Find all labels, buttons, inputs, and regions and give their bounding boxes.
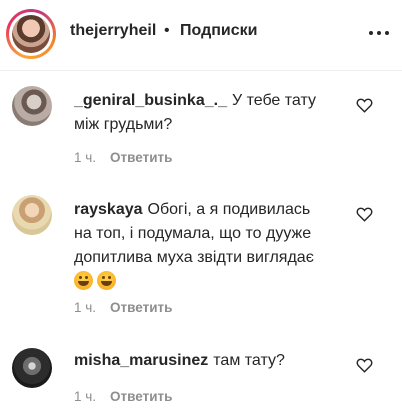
header-separator: • [164, 22, 170, 39]
like-heart-icon[interactable] [356, 357, 373, 373]
like-heart-icon[interactable] [356, 206, 373, 222]
comment-time: 1 ч. [74, 300, 97, 315]
comment-body: misha_marusinez там тату? [74, 349, 329, 373]
reply-button[interactable]: Ответить [110, 300, 172, 315]
header-divider [0, 70, 402, 71]
author-avatar[interactable] [6, 9, 56, 59]
comment-meta: 1 ч. Ответить [74, 300, 172, 315]
reply-button[interactable]: Ответить [110, 389, 172, 404]
comment-time: 1 ч. [74, 150, 97, 165]
commenter-avatar[interactable] [12, 86, 52, 126]
commenter-username[interactable]: rayskaya [74, 201, 143, 218]
comment-body: rayskaya Обогі, а я подивилась на топ, і … [74, 198, 329, 294]
commenter-username[interactable]: misha_marusinez [74, 352, 208, 369]
author-username[interactable]: thejerryheil [70, 22, 156, 40]
following-button[interactable]: Подписки [180, 22, 257, 40]
comment-time: 1 ч. [74, 389, 97, 404]
post-header: thejerryheil • Подписки [0, 0, 402, 66]
commenter-avatar[interactable] [12, 348, 52, 388]
comment-meta: 1 ч. Ответить [74, 150, 172, 165]
comment-body: _geniral_businka_._ У тебе тату між грудь… [74, 89, 329, 137]
comment-text: там тату? [213, 352, 285, 369]
more-horizontal-icon[interactable] [368, 25, 390, 41]
grinning-sweat-emoji [97, 271, 116, 290]
rolling-laughing-emoji [74, 271, 93, 290]
commenter-username[interactable]: _geniral_businka_._ [74, 92, 227, 109]
commenter-avatar[interactable] [12, 195, 52, 235]
like-heart-icon[interactable] [356, 97, 373, 113]
reply-button[interactable]: Ответить [110, 150, 172, 165]
emoji-group [74, 270, 120, 294]
comment-meta: 1 ч. Ответить [74, 389, 172, 404]
